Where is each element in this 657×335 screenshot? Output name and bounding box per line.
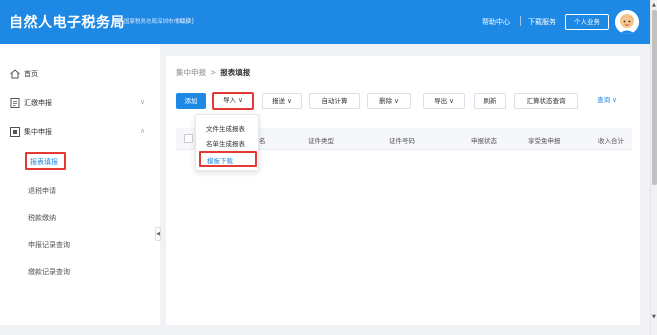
- sidebar-subitem-tax-payment[interactable]: 税款缴纳: [28, 213, 56, 223]
- help-center-link[interactable]: 帮助中心: [482, 17, 510, 27]
- menu-item-list-generate[interactable]: 名单生成报表: [206, 138, 245, 148]
- top-header: 自然人电子税务局 国家税务总局深圳市市山... [切换] 帮助中心 下载服务 个…: [0, 0, 650, 44]
- main-panel: 集中申报 > 报表填报 添加 导入 ∨ 报送 ∨ 自动计算 删除 ∨ 导出 ∨ 刷新…: [166, 56, 640, 325]
- scrollbar-thumb[interactable]: [652, 10, 657, 185]
- menu-item-file-generate[interactable]: 文件生成报表: [206, 123, 245, 133]
- sidebar-subitem-report-filling[interactable]: 报表填报: [25, 152, 66, 170]
- sidebar: 首页 汇缴申报 ∨ 集中申报 ∧ 报表填报 退税申请 税款缴纳 申报记录查询 缴…: [0, 44, 160, 325]
- home-icon: [9, 68, 21, 80]
- avatar[interactable]: [615, 10, 639, 34]
- import-label: 导入: [223, 96, 237, 104]
- select-all-checkbox[interactable]: [184, 134, 193, 143]
- sidebar-item-label: 首页: [24, 70, 38, 78]
- query-label: 查询: [597, 96, 611, 104]
- column-header-name: 名: [259, 137, 266, 145]
- chevron-down-icon: ∨: [612, 96, 617, 104]
- chevron-down-icon: ∨: [394, 97, 399, 105]
- refresh-button[interactable]: 刷新: [474, 93, 506, 109]
- switch-org-link[interactable]: [切换]: [177, 16, 194, 25]
- chevron-down-icon: ∨: [140, 98, 146, 106]
- sidebar-item-batch-filing[interactable]: 集中申报 ∧: [0, 122, 160, 142]
- chevron-down-icon: ∨: [449, 97, 454, 105]
- breadcrumb-parent[interactable]: 集中申报: [176, 68, 206, 77]
- page-scrollbar[interactable]: ▲ ▼: [650, 0, 657, 335]
- import-button[interactable]: 导入 ∨: [212, 92, 254, 110]
- menu-item-template-download[interactable]: 模板下载: [199, 151, 257, 167]
- column-header-id-type: 证件类型: [308, 137, 334, 145]
- submit-label: 报送: [272, 97, 286, 105]
- document-icon: [9, 97, 21, 109]
- sidebar-item-label: 集中申报: [24, 128, 52, 136]
- delete-label: 删除: [379, 97, 393, 105]
- chevron-up-icon: ∧: [140, 127, 146, 135]
- column-header-filing-status: 申报状态: [471, 137, 497, 145]
- app-title: 自然人电子税务局: [9, 15, 125, 31]
- batch-icon: [9, 126, 21, 138]
- scroll-down-arrow-icon[interactable]: ▼: [652, 314, 656, 320]
- sidebar-collapse-button[interactable]: ◀: [155, 227, 161, 241]
- column-header-id-number: 证件号码: [389, 137, 415, 145]
- breadcrumb-current: 报表填报: [220, 68, 251, 77]
- personal-business-button[interactable]: 个人业务: [565, 14, 609, 30]
- query-toggle-button[interactable]: 查询 ∨: [590, 93, 624, 109]
- import-dropdown-menu: 文件生成报表 名单生成报表 模板下载: [195, 114, 259, 171]
- column-header-income-total: 收入合计: [598, 137, 624, 145]
- sidebar-subitem-payment-records[interactable]: 缴款记录查询: [28, 267, 70, 277]
- sidebar-item-label: 汇缴申报: [24, 99, 52, 107]
- breadcrumb-separator: >: [210, 68, 217, 77]
- header-divider: [520, 16, 521, 26]
- status-query-button[interactable]: 汇算状态查询: [514, 93, 578, 109]
- chevron-down-icon: ∨: [287, 97, 292, 105]
- sidebar-item-home[interactable]: 首页: [0, 64, 160, 84]
- sidebar-item-annual-filing[interactable]: 汇缴申报 ∨: [0, 93, 160, 113]
- export-button[interactable]: 导出 ∨: [423, 93, 465, 109]
- menu-item-label: 模板下载: [207, 157, 233, 165]
- avatar-icon: [615, 10, 639, 34]
- chevron-down-icon: ∨: [238, 96, 243, 104]
- download-service-link[interactable]: 下载服务: [528, 17, 556, 27]
- submit-button[interactable]: 报送 ∨: [262, 93, 302, 109]
- sidebar-subitem-filing-records[interactable]: 申报记录查询: [28, 240, 70, 250]
- add-button[interactable]: 添加: [176, 93, 206, 109]
- auto-calculate-button[interactable]: 自动计算: [309, 93, 360, 109]
- export-label: 导出: [434, 97, 448, 105]
- breadcrumb: 集中申报 > 报表填报: [176, 67, 250, 78]
- sidebar-subitem-refund-application[interactable]: 退税申请: [28, 186, 56, 196]
- column-header-exemption: 享受免申报: [528, 137, 561, 145]
- delete-button[interactable]: 删除 ∨: [367, 93, 411, 109]
- sidebar-subitem-label: 报表填报: [30, 158, 58, 166]
- scroll-up-arrow-icon[interactable]: ▲: [652, 2, 656, 8]
